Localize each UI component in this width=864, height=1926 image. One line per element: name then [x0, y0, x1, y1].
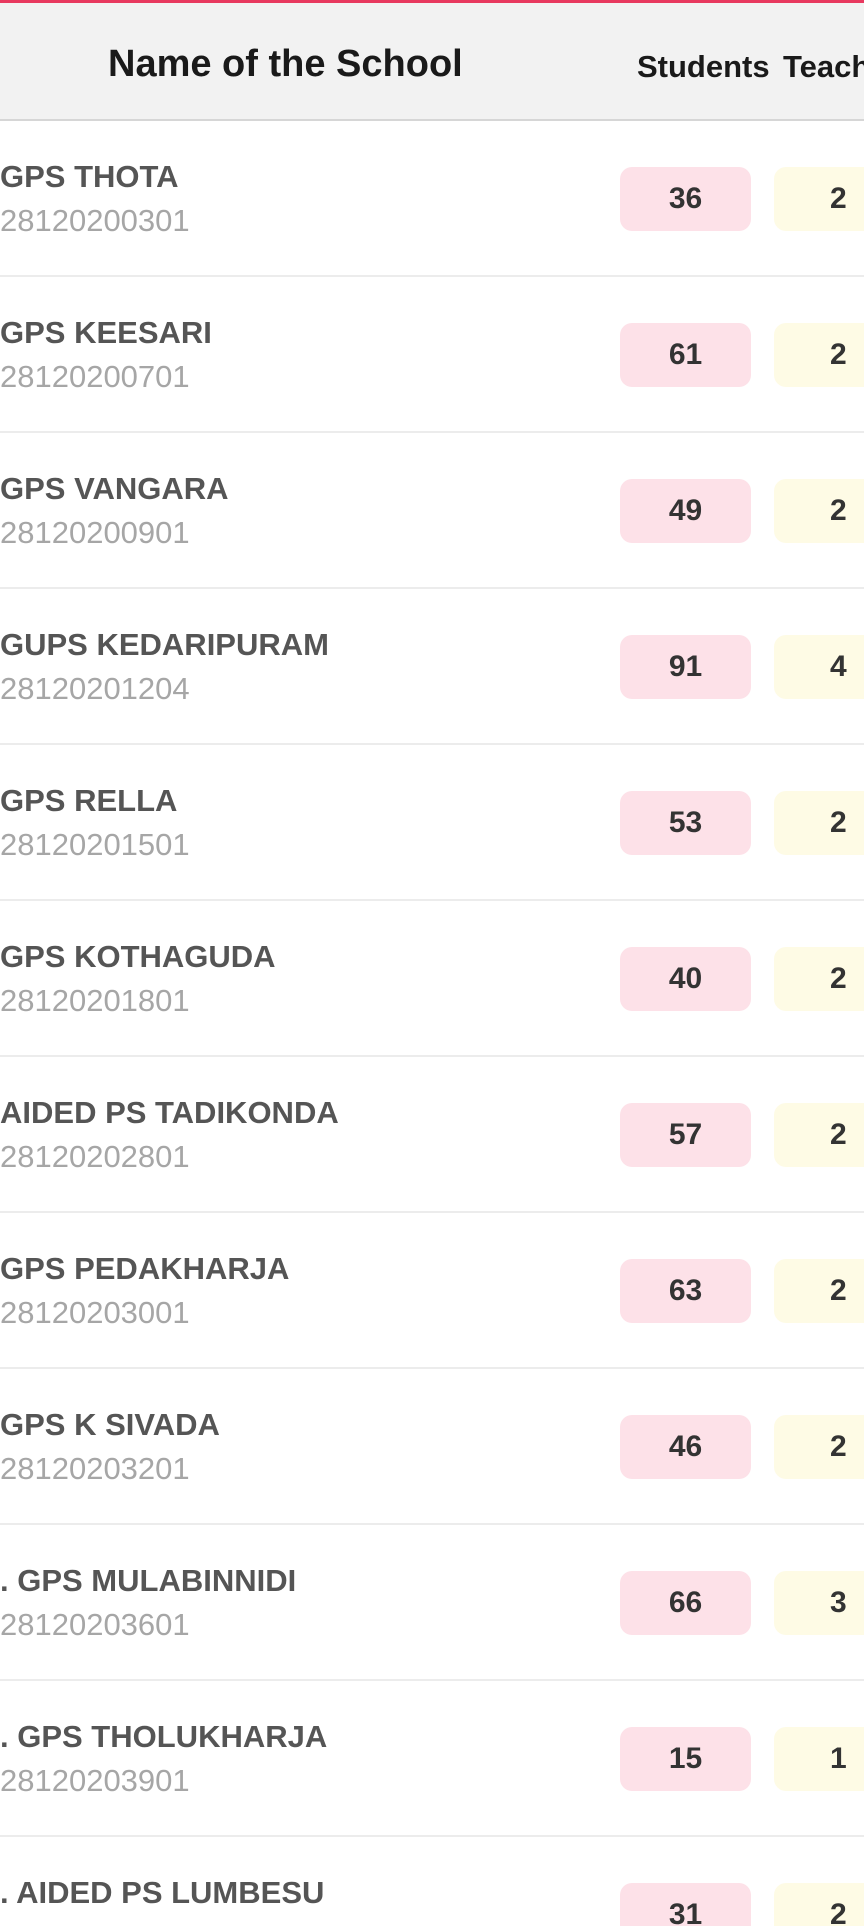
- table-row[interactable]: . GPS THOLUKHARJA 28120203901 15 1: [0, 1681, 864, 1837]
- teachers-count-badge: 2: [774, 791, 864, 855]
- school-code: 28120203201: [0, 1451, 190, 1486]
- table-row[interactable]: AIDED PS TADIKONDA 28120202801 57 2: [0, 1057, 864, 1213]
- school-code: 28120203901: [0, 1763, 190, 1798]
- school-code: 28120203601: [0, 1607, 190, 1642]
- school-code: 28120200901: [0, 515, 190, 550]
- table-row[interactable]: . AIDED PS LUMBESU 31 2: [0, 1837, 864, 1926]
- school-list[interactable]: GPS THOTA 28120200301 36 2 GPS KEESARI 2…: [0, 121, 864, 1926]
- students-count-badge: 53: [620, 791, 751, 855]
- table-row[interactable]: . GPS MULABINNIDI 28120203601 66 3: [0, 1525, 864, 1681]
- school-name: . AIDED PS LUMBESU: [0, 1875, 325, 1910]
- table-row[interactable]: GPS KEESARI 28120200701 61 2: [0, 277, 864, 433]
- school-name: GPS KOTHAGUDA: [0, 939, 276, 974]
- header-students: Students: [637, 49, 770, 84]
- students-count-badge: 40: [620, 947, 751, 1011]
- school-name: GPS RELLA: [0, 783, 178, 818]
- students-count-badge: 66: [620, 1571, 751, 1635]
- students-count-badge: 46: [620, 1415, 751, 1479]
- school-code: 28120200301: [0, 203, 190, 238]
- school-name: AIDED PS TADIKONDA: [0, 1095, 339, 1130]
- students-count-badge: 15: [620, 1727, 751, 1791]
- school-name: GPS THOTA: [0, 159, 179, 194]
- table-row[interactable]: GPS K SIVADA 28120203201 46 2: [0, 1369, 864, 1525]
- school-list-screen: Name of the School Students Teach GPS TH…: [0, 0, 864, 1926]
- teachers-count-badge: 2: [774, 1883, 864, 1926]
- teachers-count-badge: 2: [774, 1259, 864, 1323]
- school-code: 28120200701: [0, 359, 190, 394]
- school-code: 28120201501: [0, 827, 190, 862]
- students-count-badge: 63: [620, 1259, 751, 1323]
- table-row[interactable]: GPS THOTA 28120200301 36 2: [0, 121, 864, 277]
- school-name: GPS KEESARI: [0, 315, 212, 350]
- students-count-badge: 61: [620, 323, 751, 387]
- school-code: 28120203001: [0, 1295, 190, 1330]
- students-count-badge: 57: [620, 1103, 751, 1167]
- school-name: . GPS MULABINNIDI: [0, 1563, 297, 1598]
- table-row[interactable]: GPS RELLA 28120201501 53 2: [0, 745, 864, 901]
- teachers-count-badge: 2: [774, 479, 864, 543]
- header-teachers: Teach: [783, 49, 864, 84]
- school-code: 28120201801: [0, 983, 190, 1018]
- teachers-count-badge: 2: [774, 1103, 864, 1167]
- school-code: 28120202801: [0, 1139, 190, 1174]
- school-name: GUPS KEDARIPURAM: [0, 627, 329, 662]
- teachers-count-badge: 4: [774, 635, 864, 699]
- teachers-count-badge: 1: [774, 1727, 864, 1791]
- teachers-count-badge: 2: [774, 947, 864, 1011]
- school-name: . GPS THOLUKHARJA: [0, 1719, 328, 1754]
- school-name: GPS PEDAKHARJA: [0, 1251, 290, 1286]
- school-name: GPS K SIVADA: [0, 1407, 220, 1442]
- table-header: Name of the School Students Teach: [0, 3, 864, 121]
- teachers-count-badge: 3: [774, 1571, 864, 1635]
- school-code: 28120201204: [0, 671, 190, 706]
- school-name: GPS VANGARA: [0, 471, 229, 506]
- table-row[interactable]: GUPS KEDARIPURAM 28120201204 91 4: [0, 589, 864, 745]
- students-count-badge: 91: [620, 635, 751, 699]
- table-row[interactable]: GPS KOTHAGUDA 28120201801 40 2: [0, 901, 864, 1057]
- students-count-badge: 31: [620, 1883, 751, 1926]
- students-count-badge: 36: [620, 167, 751, 231]
- teachers-count-badge: 2: [774, 323, 864, 387]
- teachers-count-badge: 2: [774, 1415, 864, 1479]
- table-row[interactable]: GPS VANGARA 28120200901 49 2: [0, 433, 864, 589]
- table-row[interactable]: GPS PEDAKHARJA 28120203001 63 2: [0, 1213, 864, 1369]
- teachers-count-badge: 2: [774, 167, 864, 231]
- header-name-of-school: Name of the School: [108, 43, 463, 85]
- students-count-badge: 49: [620, 479, 751, 543]
